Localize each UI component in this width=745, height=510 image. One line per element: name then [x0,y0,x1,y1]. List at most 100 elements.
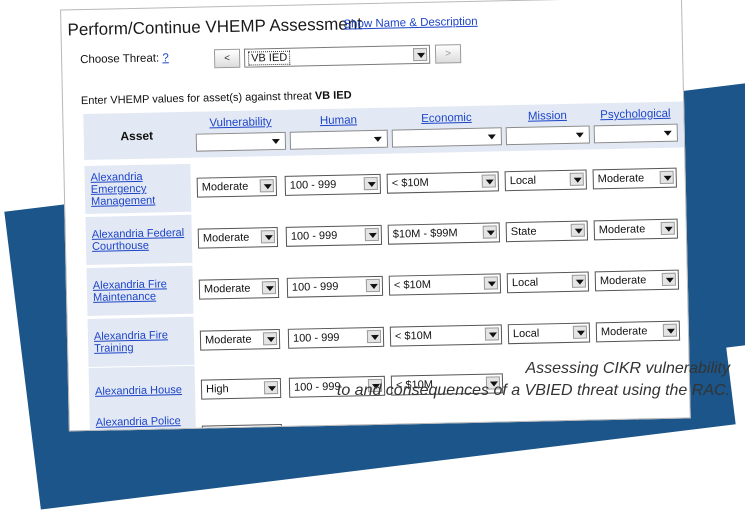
human-select[interactable]: 100 - 999 [285,224,383,247]
vulnerability-select[interactable]: Moderate [198,277,280,300]
table-row: Alexandria Federal Courthouse Moderate 1… [85,204,686,266]
column-vulnerability: Vulnerability [195,110,287,158]
economic-select[interactable]: $10M - $99M [387,222,501,245]
asset-link[interactable]: Alexandria Fire Maintenance [86,265,194,317]
mission-value: Local [512,327,540,341]
human-select[interactable]: 100 - 999 [284,173,381,196]
column-vulnerability-link[interactable]: Vulnerability [195,116,285,130]
threat-select-value: VB IED [247,50,291,66]
human-value: 100 - 999 [291,280,339,294]
human-value: 100 - 999 [290,229,338,243]
column-mission-select[interactable] [505,125,590,146]
chevron-down-icon [484,327,500,341]
column-mission-link[interactable]: Mission [505,109,589,123]
choose-threat-text: Choose Threat: [80,52,160,67]
economic-value: < $10M [391,176,429,190]
column-human-select[interactable] [289,129,389,150]
column-human-link[interactable]: Human [289,114,387,128]
chevron-down-icon [485,130,499,143]
chevron-down-icon [660,221,675,235]
vulnerability-select[interactable]: Moderate [197,227,279,249]
vulnerability-select[interactable]: Moderate [199,328,281,351]
economic-value: < $10M [393,278,432,292]
psychological-select[interactable]: Moderate [594,269,680,292]
chevron-down-icon [481,174,496,188]
chevron-down-icon [569,172,584,186]
human-select[interactable]: 100 - 999 [287,326,385,349]
choose-threat-label: Choose Threat: ? [80,52,169,66]
psychological-value: Moderate [599,274,647,288]
vulnerability-value: High [205,383,229,396]
human-value: 100 - 999 [292,331,340,345]
table-row: Alexandria Fire Maintenance Moderate 100… [86,255,687,317]
table-header: Asset Vulnerability Human Economic Missi… [83,101,685,161]
chevron-down-icon [263,381,279,395]
chevron-down-icon [366,329,382,344]
instructions-text: Enter VHEMP values for asset(s) against … [81,89,352,107]
chevron-down-icon [659,170,674,184]
mission-value: State [510,225,537,239]
column-human: Human [289,108,389,156]
economic-select[interactable]: < $10M [386,171,499,194]
chevron-down-icon [661,127,675,140]
economic-value: < $10M [394,329,433,343]
asset-column-header: Asset [120,128,154,144]
mission-select[interactable]: Local [506,271,590,294]
chevron-down-icon [483,276,499,290]
mission-value: Local [511,276,539,290]
mission-select[interactable]: State [505,220,589,243]
asset-link[interactable]: Alexandria House [88,365,196,416]
chevron-down-icon [365,278,381,293]
threat-select[interactable]: VB IED [243,44,431,68]
next-threat-button[interactable]: > [434,44,462,64]
vulnerability-select[interactable]: Moderate [196,176,278,198]
show-name-description-link[interactable]: Show Name & Description [343,16,477,31]
chevron-down-icon [570,223,585,237]
psychological-value: Moderate [600,325,648,339]
vulnerability-select[interactable]: High [200,377,282,400]
column-psychological-select[interactable] [593,123,678,144]
chevron-down-icon [371,133,385,146]
vulnerability-value: Moderate [201,180,249,194]
vulnerability-value: Moderate [203,282,251,296]
psychological-select[interactable]: Moderate [592,167,677,190]
asset-link[interactable]: Alexandria Police Department [89,411,197,432]
psychological-select[interactable]: Moderate [595,320,681,343]
economic-select[interactable]: < $10M [389,324,503,347]
chevron-down-icon [363,176,378,191]
help-link[interactable]: ? [162,52,169,64]
caption-line-1: Assessing CIKR vulnerability [525,360,730,377]
mission-select[interactable]: Local [507,322,591,345]
human-value: 100 - 999 [293,380,341,394]
column-economic-link[interactable]: Economic [391,111,501,125]
psychological-select[interactable]: Moderate [593,218,679,241]
asset-link[interactable]: Alexandria Federal Courthouse [85,214,193,266]
chevron-down-icon [572,325,588,339]
chevron-down-icon [261,281,277,295]
mission-value: Local [509,174,537,188]
instructions-threat: VB IED [314,89,352,103]
asset-link[interactable]: Alexandria Fire Training [87,316,195,367]
column-economic: Economic [391,105,503,153]
chevron-down-icon [662,323,678,337]
column-psychological: Psychological [593,102,678,150]
chevron-down-icon [260,230,276,244]
chevron-down-icon [364,227,379,242]
vulnerability-value: Moderate [204,333,252,347]
chevron-down-icon [412,47,428,62]
column-vulnerability-select[interactable] [195,131,287,152]
human-select[interactable]: 100 - 999 [286,275,384,298]
mission-select[interactable]: Local [504,169,587,192]
table-row: Alexandria Emergency Management Moderate… [84,153,685,215]
caption-line-2: to and consequences of a VBIED threat us… [336,382,730,399]
human-value: 100 - 999 [289,178,337,192]
column-economic-select[interactable] [391,127,503,148]
economic-select[interactable]: < $10M [388,273,502,296]
asset-link[interactable]: Alexandria Emergency Management [84,163,192,215]
previous-threat-button[interactable]: < [213,48,241,69]
column-mission: Mission [505,103,590,151]
instructions-prefix: Enter VHEMP values for asset(s) against … [80,90,312,108]
chevron-down-icon [269,135,283,148]
column-psychological-link[interactable]: Psychological [593,108,677,122]
chevron-down-icon [259,179,274,193]
